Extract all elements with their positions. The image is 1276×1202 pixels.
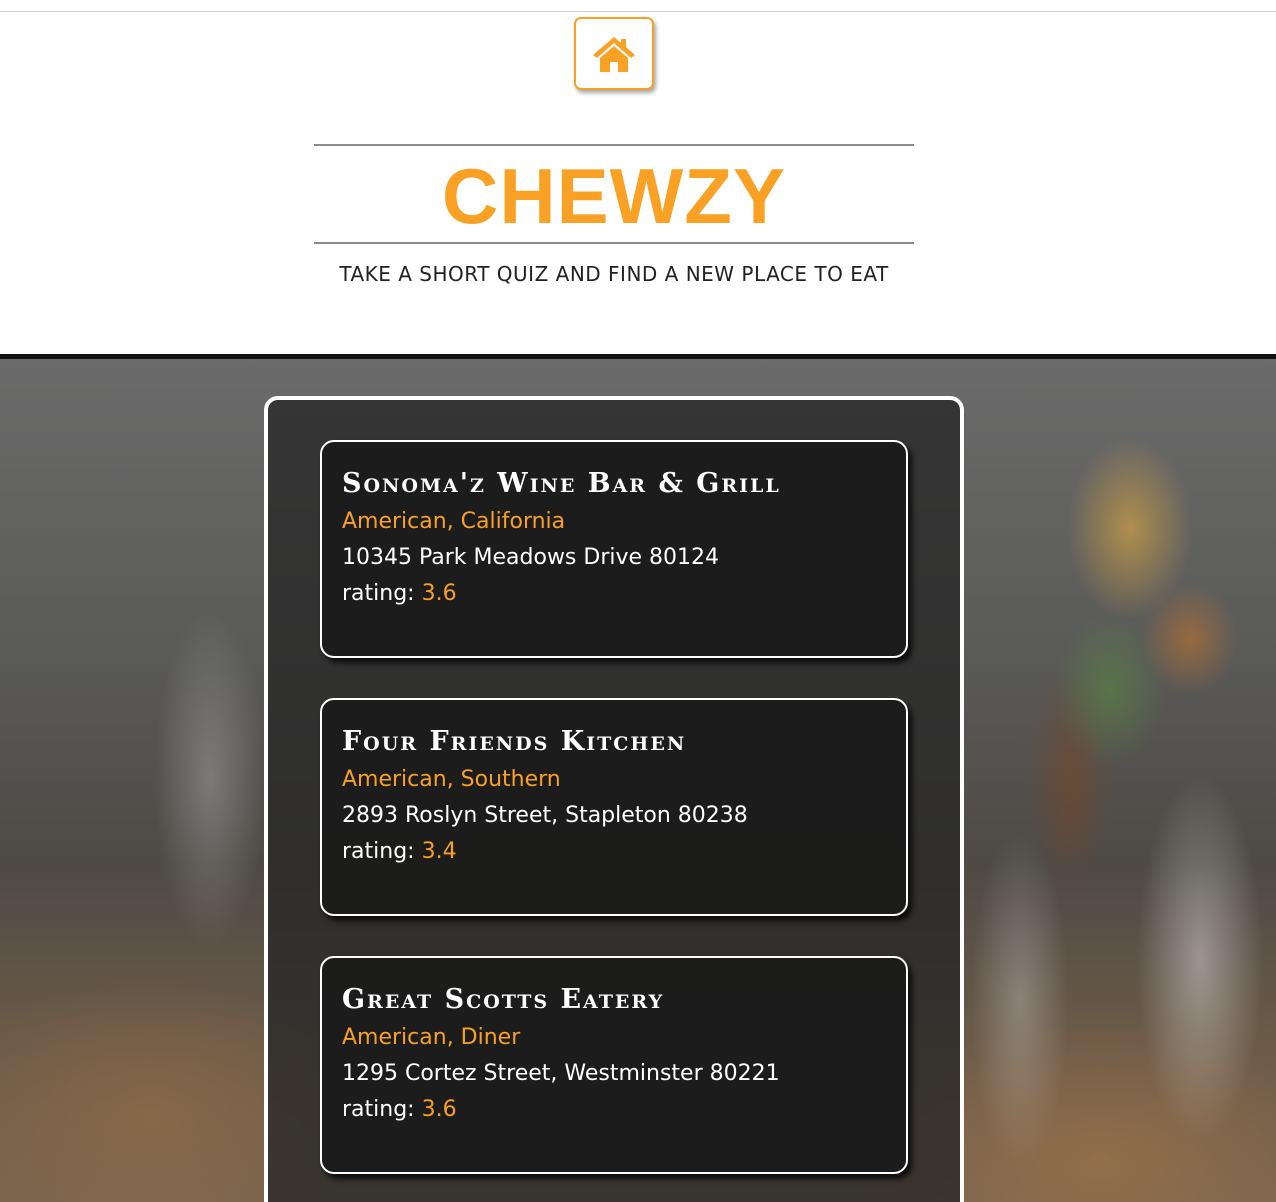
restaurant-card[interactable]: Great Scotts Eatery American, Diner 1295… [320, 956, 908, 1174]
restaurant-cuisine: American, Southern [342, 767, 561, 792]
rating-value: 3.6 [421, 581, 457, 606]
rating-value: 3.4 [421, 839, 457, 864]
rating-value: 3.6 [421, 1097, 457, 1122]
restaurant-address: 1295 Cortez Street, Westminster 80221 [342, 1061, 780, 1086]
site-title: CHEWZY [442, 152, 786, 240]
restaurant-address: 2893 Roslyn Street, Stapleton 80238 [342, 803, 748, 828]
restaurant-rating: rating: 3.6 [342, 576, 886, 612]
restaurant-rating: rating: 3.4 [342, 834, 886, 870]
rating-label: rating: [342, 1097, 415, 1122]
home-button[interactable] [574, 17, 654, 90]
restaurant-name: Four Friends Kitchen [342, 726, 687, 757]
tagline: TAKE A SHORT QUIZ AND FIND A NEW PLACE T… [339, 262, 889, 286]
restaurant-card[interactable]: Sonoma'z Wine Bar & Grill American, Cali… [320, 440, 908, 658]
restaurant-address: 10345 Park Meadows Drive 80124 [342, 545, 720, 570]
restaurant-cuisine: American, California [342, 509, 566, 534]
home-icon [593, 36, 635, 72]
restaurant-cuisine: American, Diner [342, 1025, 521, 1050]
restaurant-name: Great Scotts Eatery [342, 984, 665, 1015]
restaurant-name: Sonoma'z Wine Bar & Grill [342, 468, 781, 499]
site-header: CHEWZY TAKE A SHORT QUIZ AND FIND A NEW … [0, 12, 1276, 354]
rating-label: rating: [342, 581, 415, 606]
title-bottom-rule [314, 242, 914, 244]
rating-label: rating: [342, 839, 415, 864]
restaurant-card[interactable]: Four Friends Kitchen American, Southern … [320, 698, 908, 916]
restaurant-rating: rating: 3.6 [342, 1092, 886, 1128]
title-top-rule [314, 144, 914, 146]
